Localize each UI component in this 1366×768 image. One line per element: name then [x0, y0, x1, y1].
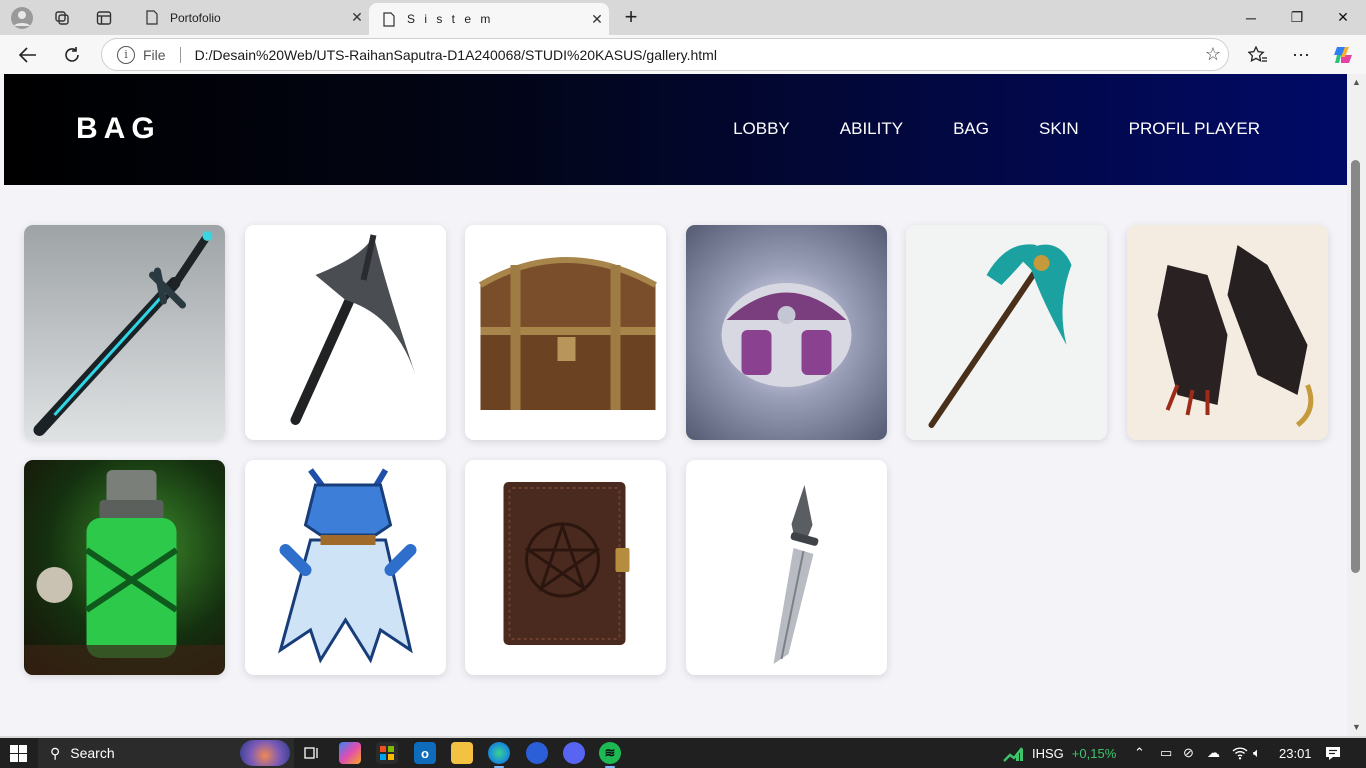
- profile-icon[interactable]: [10, 6, 34, 30]
- favorites-icon[interactable]: [1245, 42, 1271, 68]
- stock-widget[interactable]: IHSG +0,15%: [1002, 738, 1116, 768]
- scroll-up-icon[interactable]: ▲: [1352, 77, 1361, 87]
- search-highlight-image: [240, 740, 290, 766]
- tab-actions-icon[interactable]: [92, 6, 116, 30]
- close-tab-icon[interactable]: ✕: [345, 9, 369, 26]
- file-explorer-icon[interactable]: [451, 742, 473, 764]
- page-scrollbar[interactable]: ▲ ▼: [1347, 74, 1366, 736]
- site-logo[interactable]: BAG: [76, 112, 161, 146]
- messenger-icon[interactable]: [526, 742, 548, 764]
- ice-armor-image[interactable]: [245, 460, 446, 675]
- address-toolbar: i File D:/Desain%20Web/UTS-RaihanSaputra…: [0, 35, 1366, 74]
- divider: [179, 46, 181, 63]
- dagger-image[interactable]: [686, 460, 887, 675]
- browser-tab-strip: Portofolio ✕ S i s t e m ✕ + ─ ❐ ✕: [0, 0, 1366, 35]
- tab-sistem[interactable]: S i s t e m ✕: [369, 3, 609, 35]
- nav-link-skin[interactable]: SKIN: [1039, 119, 1079, 139]
- notifications-icon[interactable]: [1325, 738, 1341, 768]
- main-nav: LOBBY ABILITY BAG SKIN PROFIL PLAYER: [733, 119, 1260, 139]
- sword-image[interactable]: [24, 225, 225, 440]
- tab-title: S i s t e m: [407, 12, 494, 26]
- jade-scythe-image[interactable]: [906, 225, 1107, 440]
- favorite-star-icon[interactable]: ☆: [1198, 44, 1228, 65]
- refresh-button[interactable]: [59, 42, 85, 68]
- scroll-down-icon[interactable]: ▼: [1352, 722, 1361, 732]
- site-header: BAG LOBBY ABILITY BAG SKIN PROFIL PLAYER: [4, 74, 1347, 185]
- scroll-thumb[interactable]: [1351, 160, 1360, 573]
- close-tab-icon[interactable]: ✕: [585, 11, 609, 28]
- close-window-button[interactable]: ✕: [1320, 0, 1366, 35]
- treasure-chest-image[interactable]: [465, 225, 666, 440]
- scheme-label: File: [143, 46, 166, 63]
- green-potion-image[interactable]: [24, 460, 225, 675]
- search-icon: ⚲: [50, 744, 61, 761]
- tab-portofolio[interactable]: Portofolio ✕: [132, 0, 369, 35]
- address-bar[interactable]: i File D:/Desain%20Web/UTS-RaihanSaputra…: [101, 38, 1229, 71]
- pentagram-book-image[interactable]: [465, 460, 666, 675]
- page-icon: [144, 10, 160, 26]
- taskbar-search[interactable]: ⚲ Search: [38, 738, 294, 768]
- page-icon: [381, 11, 397, 27]
- new-tab-button[interactable]: +: [618, 5, 644, 31]
- magic-bag-image[interactable]: [686, 225, 887, 440]
- pickaxe-image[interactable]: [245, 225, 446, 440]
- start-button[interactable]: [10, 745, 27, 762]
- onedrive-icon[interactable]: ☁: [1207, 738, 1220, 768]
- edge-icon[interactable]: [488, 742, 510, 768]
- stock-chart-icon: [1003, 747, 1023, 762]
- copilot-taskbar-icon[interactable]: [339, 742, 361, 764]
- workspaces-icon[interactable]: [50, 6, 74, 30]
- nav-link-ability[interactable]: ABILITY: [840, 119, 903, 139]
- show-hidden-icons[interactable]: ⌃: [1134, 738, 1145, 768]
- spotify-icon[interactable]: ≋: [599, 742, 621, 768]
- restore-button[interactable]: ❐: [1274, 0, 1320, 35]
- discord-icon[interactable]: [563, 742, 585, 764]
- site-info-icon[interactable]: i: [117, 45, 135, 64]
- more-menu-icon[interactable]: ⋯: [1288, 42, 1314, 68]
- volume-icon[interactable]: 🔈︎: [1253, 738, 1261, 768]
- stock-change: +0,15%: [1071, 745, 1117, 761]
- page-viewport: BAG LOBBY ABILITY BAG SKIN PROFIL PLAYER: [0, 74, 1366, 736]
- claw-gauntlets-image[interactable]: [1127, 225, 1328, 440]
- nav-link-lobby[interactable]: LOBBY: [733, 119, 790, 139]
- nav-link-profil-player[interactable]: PROFIL PLAYER: [1129, 119, 1260, 139]
- clock[interactable]: 23:01: [1279, 738, 1312, 768]
- minimize-button[interactable]: ─: [1228, 0, 1274, 35]
- windows-taskbar: ⚲ Search o ≋ IHSG +0,15% ⌃ ▭ ⊘ ☁ 🔈︎ 23:0…: [0, 738, 1366, 768]
- search-label: Search: [70, 745, 115, 761]
- microsoft-store-icon[interactable]: [376, 742, 398, 764]
- task-view-icon[interactable]: [301, 742, 323, 764]
- meet-now-icon[interactable]: ▭: [1160, 738, 1172, 768]
- wifi-icon[interactable]: [1232, 738, 1248, 768]
- copilot-icon[interactable]: [1330, 42, 1356, 68]
- outlook-icon[interactable]: o: [414, 742, 436, 764]
- tab-title: Portofolio: [170, 10, 221, 25]
- nav-link-bag[interactable]: BAG: [953, 119, 989, 139]
- back-button[interactable]: [15, 42, 41, 68]
- stock-label: IHSG: [1032, 745, 1064, 761]
- sync-off-icon[interactable]: ⊘: [1183, 738, 1194, 768]
- url-text[interactable]: D:/Desain%20Web/UTS-RaihanSaputra-D1A240…: [195, 47, 1198, 63]
